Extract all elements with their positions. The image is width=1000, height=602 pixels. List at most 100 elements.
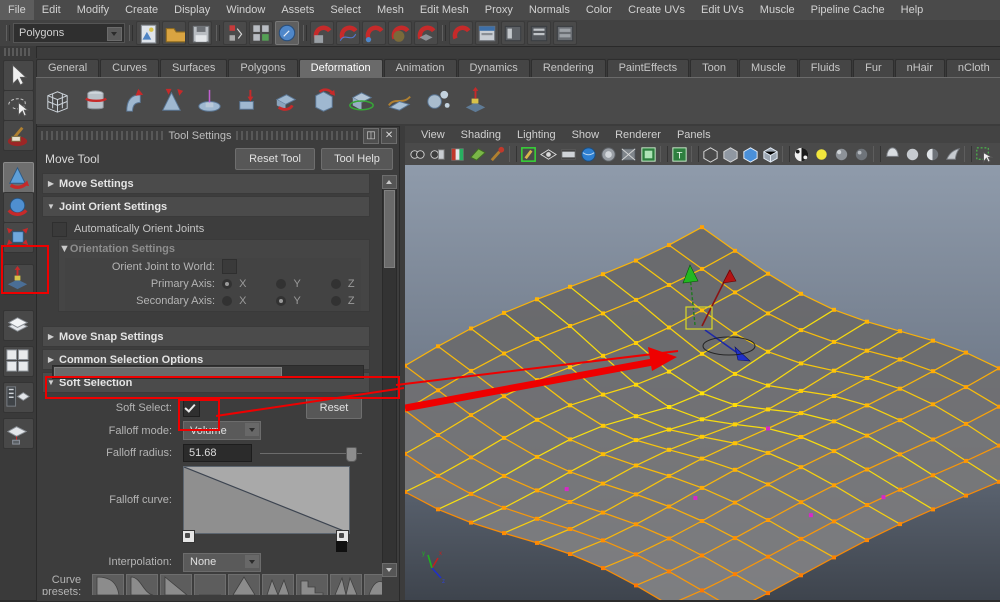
shelf-tab-curves[interactable]: Curves bbox=[100, 59, 159, 77]
viewport-wireframe-shading-icon[interactable]: T bbox=[670, 144, 689, 164]
toolbox-grip-handle[interactable] bbox=[4, 48, 32, 56]
viewport-no-occlusion-icon[interactable] bbox=[832, 144, 851, 164]
toolbox-move-tool[interactable] bbox=[3, 162, 34, 193]
viewport-motion-blur-icon[interactable] bbox=[852, 144, 871, 164]
curve-preset-9[interactable] bbox=[364, 574, 382, 595]
viewport-menu-renderer[interactable]: Renderer bbox=[607, 129, 669, 141]
viewport-two-d-pan-zoom-icon[interactable] bbox=[519, 144, 538, 164]
soft-select-checkbox[interactable] bbox=[183, 399, 200, 417]
auto-orient-joints-checkbox[interactable] bbox=[52, 221, 67, 237]
titlebar-grip[interactable] bbox=[41, 131, 165, 140]
viewport-menu-view[interactable]: View bbox=[413, 129, 453, 141]
shelf-tab-general[interactable]: General bbox=[36, 59, 100, 77]
tool-settings-vertical-scrollbar[interactable] bbox=[382, 175, 397, 577]
select-by-object-type-icon[interactable] bbox=[249, 21, 273, 45]
orientation-horizontal-scrollbar[interactable] bbox=[52, 365, 364, 379]
menu-item-window[interactable]: Window bbox=[218, 0, 273, 20]
scroll-up-arrow[interactable] bbox=[382, 175, 397, 189]
viewport-multisample-icon[interactable] bbox=[883, 144, 902, 164]
shelf-tab-painteffects[interactable]: PaintEffects bbox=[606, 59, 690, 77]
viewport-menu-lighting[interactable]: Lighting bbox=[509, 129, 564, 141]
falloff-radius-input[interactable]: 51.68 bbox=[183, 444, 252, 462]
menu-item-edit-uvs[interactable]: Edit UVs bbox=[693, 0, 752, 20]
undock-panel-icon[interactable]: ◫ bbox=[363, 127, 380, 144]
viewport-resolution-gate-icon[interactable] bbox=[559, 144, 578, 164]
make-live-icon[interactable] bbox=[449, 21, 473, 45]
viewport-smooth-shade-all-icon[interactable] bbox=[701, 144, 720, 164]
scrollbar-thumb[interactable] bbox=[384, 190, 395, 268]
menu-item-create-uvs[interactable]: Create UVs bbox=[620, 0, 693, 20]
toolbox-select-tool[interactable] bbox=[3, 60, 34, 91]
toolbox-rotate-tool[interactable] bbox=[3, 192, 34, 223]
new-scene-icon[interactable] bbox=[136, 21, 160, 45]
viewport-field-chart-icon[interactable] bbox=[599, 144, 618, 164]
shelf-tab-toon[interactable]: Toon bbox=[690, 59, 738, 77]
viewport-depth-of-field-icon[interactable] bbox=[903, 144, 922, 164]
orient-joint-to-world-checkbox[interactable] bbox=[222, 259, 237, 274]
soft-selection-reset-button[interactable]: Reset bbox=[306, 397, 362, 419]
curve-preset-4[interactable] bbox=[194, 574, 227, 595]
shelf-twist-deformer-icon[interactable] bbox=[270, 86, 301, 117]
tool-help-button[interactable]: Tool Help bbox=[321, 148, 393, 170]
viewport-image-plane-icon[interactable] bbox=[468, 144, 487, 164]
curve-preset-3[interactable] bbox=[160, 574, 193, 595]
toolbox-four-view-layout[interactable] bbox=[3, 346, 34, 377]
viewport-gate-mask-icon[interactable] bbox=[579, 144, 598, 164]
toolbox-outliner-persp-layout[interactable] bbox=[3, 382, 34, 413]
shelf-sine-deformer-icon[interactable] bbox=[194, 86, 225, 117]
menu-item-muscle[interactable]: Muscle bbox=[752, 0, 803, 20]
menu-item-file[interactable]: File bbox=[0, 0, 34, 20]
frame-orientation-settings[interactable]: ▼ Orientation Settings bbox=[59, 240, 369, 258]
frame-move-snap-settings[interactable]: ▶ Move Snap Settings bbox=[42, 326, 370, 347]
menu-item-display[interactable]: Display bbox=[166, 0, 218, 20]
shelf-wrap-icon[interactable] bbox=[80, 86, 111, 117]
curve-preset-7[interactable] bbox=[296, 574, 329, 595]
snap-to-point-icon[interactable] bbox=[362, 21, 386, 45]
snap-to-view-plane-icon[interactable] bbox=[414, 21, 438, 45]
toolbox-single-perspective-view-layout[interactable] bbox=[3, 310, 34, 341]
viewport-3d-canvas[interactable]: x y z bbox=[405, 165, 1000, 600]
falloff-mode-dropdown[interactable]: Volume bbox=[183, 421, 261, 440]
shelf-tab-deformation[interactable]: Deformation bbox=[298, 59, 383, 77]
curve-preset-1[interactable] bbox=[92, 574, 125, 595]
menu-item-create[interactable]: Create bbox=[117, 0, 166, 20]
selection-mode-dropdown[interactable]: Polygons bbox=[13, 23, 125, 43]
toolbox-last-tool-used[interactable] bbox=[3, 264, 34, 295]
menu-item-edit-mesh[interactable]: Edit Mesh bbox=[412, 0, 477, 20]
shelf-tab-muscle[interactable]: Muscle bbox=[738, 59, 798, 77]
shelf-squash-deformer-icon[interactable] bbox=[232, 86, 263, 117]
toolbox-lasso-select-tool[interactable] bbox=[3, 90, 34, 121]
toolbox-scale-tool[interactable] bbox=[3, 222, 34, 253]
viewport-safe-action-icon[interactable] bbox=[619, 144, 638, 164]
viewport-xray-joints-icon[interactable] bbox=[974, 144, 993, 164]
viewport-menu-panels[interactable]: Panels bbox=[669, 129, 719, 141]
viewport-menu-show[interactable]: Show bbox=[564, 129, 608, 141]
primary-axis-radio-x[interactable] bbox=[222, 278, 232, 289]
curve-preset-6[interactable] bbox=[262, 574, 295, 595]
chevron-down-icon[interactable] bbox=[107, 27, 122, 41]
select-by-hierarchy-icon[interactable] bbox=[223, 21, 247, 45]
shelf-tab-dynamics[interactable]: Dynamics bbox=[457, 59, 530, 77]
frame-joint-orient-settings[interactable]: ▼ Joint Orient Settings bbox=[42, 196, 370, 217]
shelf-cluster-icon[interactable] bbox=[346, 86, 377, 117]
viewport-isolate-select-icon[interactable] bbox=[923, 144, 942, 164]
shelf-lattice-icon[interactable] bbox=[42, 86, 73, 117]
menu-item-mesh[interactable]: Mesh bbox=[369, 0, 412, 20]
menu-item-proxy[interactable]: Proxy bbox=[477, 0, 521, 20]
shelf-flare-deformer-icon[interactable] bbox=[156, 86, 187, 117]
menu-item-select[interactable]: Select bbox=[322, 0, 369, 20]
select-by-component-type-icon[interactable] bbox=[275, 21, 299, 45]
shelf-blend-shape-icon[interactable] bbox=[422, 86, 453, 117]
chevron-down-icon[interactable] bbox=[245, 423, 259, 436]
open-scene-icon[interactable] bbox=[162, 21, 186, 45]
viewport-use-default-light-icon[interactable] bbox=[761, 144, 780, 164]
shelf-tab-polygons[interactable]: Polygons bbox=[228, 59, 298, 77]
viewport-shadows-icon[interactable] bbox=[812, 144, 831, 164]
chevron-down-icon[interactable] bbox=[245, 554, 259, 568]
viewport-menu-shading[interactable]: Shading bbox=[453, 129, 509, 141]
primary-axis-radio-y[interactable] bbox=[276, 278, 287, 289]
viewport-grease-pencil-icon[interactable] bbox=[488, 144, 507, 164]
show-tool-settings-icon[interactable] bbox=[501, 21, 525, 45]
shelf-tab-surfaces[interactable]: Surfaces bbox=[159, 59, 228, 77]
viewport-xray-icon[interactable] bbox=[943, 144, 962, 164]
